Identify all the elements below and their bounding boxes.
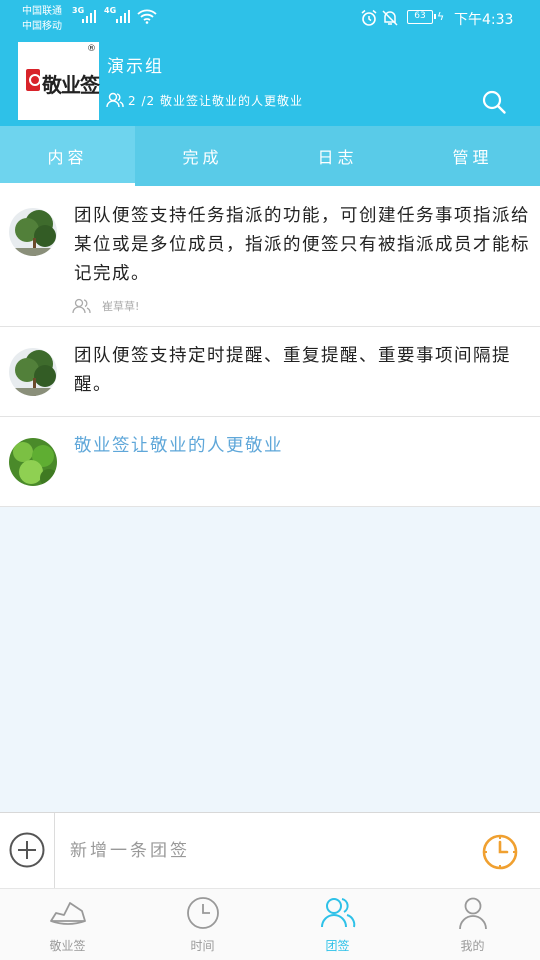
note-list: 团队便签支持任务指派的功能，可创建任务事项指派给某位或是多位成员，指派的便签只有…: [0, 186, 540, 507]
assignee-row: 崔草草!: [72, 298, 139, 314]
signal-icon: [82, 9, 96, 23]
assignee-name: 崔草草!: [102, 300, 140, 313]
nav-team[interactable]: 团签: [270, 889, 405, 960]
logo-text: 敬业签: [42, 73, 100, 97]
list-item[interactable]: 敬业签让敬业的人更敬业: [0, 417, 540, 507]
group-header: 敬业签 ® 演示组 2 /2 敬业签让敬业的人更敬业: [0, 36, 540, 126]
clock-icon: [186, 897, 219, 929]
note-text-link[interactable]: 敬业签让敬业的人更敬业: [74, 432, 534, 461]
tab-content[interactable]: 内容: [0, 126, 135, 186]
team-icon: [320, 898, 355, 928]
tab-log[interactable]: 日志: [270, 126, 405, 186]
mute-icon: [382, 10, 398, 26]
nav-label: 我的: [460, 939, 485, 953]
nav-time[interactable]: 时间: [135, 889, 270, 960]
logo-mark-icon: [26, 69, 41, 91]
note-text: 团队便签支持定时提醒、重复提醒、重要事项间隔提醒。: [74, 346, 511, 395]
person-icon: [458, 897, 487, 930]
nav-label: 团签: [325, 939, 350, 953]
nav-label: 敬业签: [49, 939, 86, 953]
registered-mark: ®: [87, 44, 96, 54]
avatar[interactable]: [9, 438, 57, 486]
list-item[interactable]: 团队便签支持定时提醒、重复提醒、重要事项间隔提醒。: [0, 327, 540, 417]
new-note-input[interactable]: [70, 837, 450, 865]
avatar[interactable]: [9, 208, 57, 256]
new-note-bar: [0, 812, 540, 889]
members-icon: [106, 92, 124, 108]
carrier-names: 中国联通 中国移动: [22, 4, 62, 34]
status-bar: 中国联通 中国移动 3G 4G 63 ϟ 下午4:33: [0, 0, 540, 36]
group-name: 演示组: [107, 57, 164, 77]
search-icon[interactable]: [481, 89, 507, 115]
battery-level: 63: [407, 10, 436, 24]
avatar[interactable]: [9, 348, 57, 396]
wifi-icon: [137, 9, 157, 24]
list-item[interactable]: 团队便签支持任务指派的功能，可创建任务事项指派给某位或是多位成员，指派的便签只有…: [0, 186, 540, 327]
notes-boat-icon: [49, 902, 86, 925]
bottom-nav: 敬业签 时间 团签 我的: [0, 888, 540, 960]
nav-me[interactable]: 我的: [405, 889, 540, 960]
tab-bar: 内容 完成 日志 管理: [0, 126, 540, 186]
assignee-icon: [72, 298, 91, 314]
nav-notes[interactable]: 敬业签: [0, 889, 135, 960]
carrier-2: 中国移动: [22, 21, 62, 32]
alarm-icon: [361, 9, 377, 26]
carrier-1: 中国联通: [22, 6, 62, 17]
nav-label: 时间: [190, 939, 215, 953]
divider: [54, 813, 55, 889]
add-icon[interactable]: [9, 832, 45, 868]
note-text: 团队便签支持任务指派的功能，可创建任务事项指派给某位或是多位成员，指派的便签只有…: [74, 206, 530, 284]
signal-icon: [116, 9, 130, 23]
reminder-clock-icon[interactable]: [481, 833, 519, 871]
group-logo[interactable]: 敬业签 ®: [18, 42, 100, 120]
status-time: 下午4:33: [454, 12, 514, 28]
member-count-slogan: 2 /2 敬业签让敬业的人更敬业: [128, 94, 303, 108]
charging-icon: ϟ: [437, 10, 445, 23]
network-type-2: 4G: [104, 6, 117, 15]
tab-manage[interactable]: 管理: [405, 126, 540, 186]
tab-completed[interactable]: 完成: [135, 126, 270, 186]
